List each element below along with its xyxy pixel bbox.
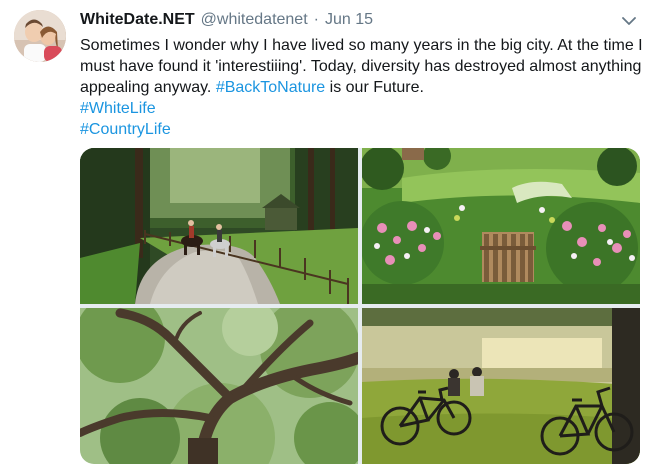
display-name[interactable]: WhiteDate.NET: [80, 11, 195, 29]
photo-oak-tree[interactable]: [80, 308, 358, 464]
tweet-date[interactable]: Jun 15: [325, 11, 373, 29]
hashtag-countrylife[interactable]: #CountryLife: [80, 121, 171, 138]
user-handle[interactable]: @whitedatenet: [201, 11, 308, 29]
tweet[interactable]: WhiteDate.NET @whitedatenet · Jun 15 Som…: [0, 0, 656, 472]
separator-dot: ·: [313, 11, 319, 28]
photo-flower-garden[interactable]: [362, 148, 640, 304]
media-grid: [80, 148, 640, 464]
hashtag-backtonature[interactable]: #BackToNature: [216, 79, 325, 96]
tweet-menu-button[interactable]: [618, 10, 640, 32]
hashtag-whitelife[interactable]: #WhiteLife: [80, 100, 156, 117]
chevron-down-icon: [622, 16, 636, 25]
photo-forest-road[interactable]: [80, 148, 358, 304]
tweet-header: WhiteDate.NET @whitedatenet · Jun 15: [80, 10, 373, 30]
photo-lakeside-bicycles[interactable]: [362, 308, 640, 464]
avatar-photo-icon: [14, 10, 66, 62]
avatar[interactable]: [14, 10, 66, 62]
tweet-text: Sometimes I wonder why I have lived so m…: [80, 35, 646, 140]
tweet-body-end: is our Future.: [325, 79, 424, 96]
